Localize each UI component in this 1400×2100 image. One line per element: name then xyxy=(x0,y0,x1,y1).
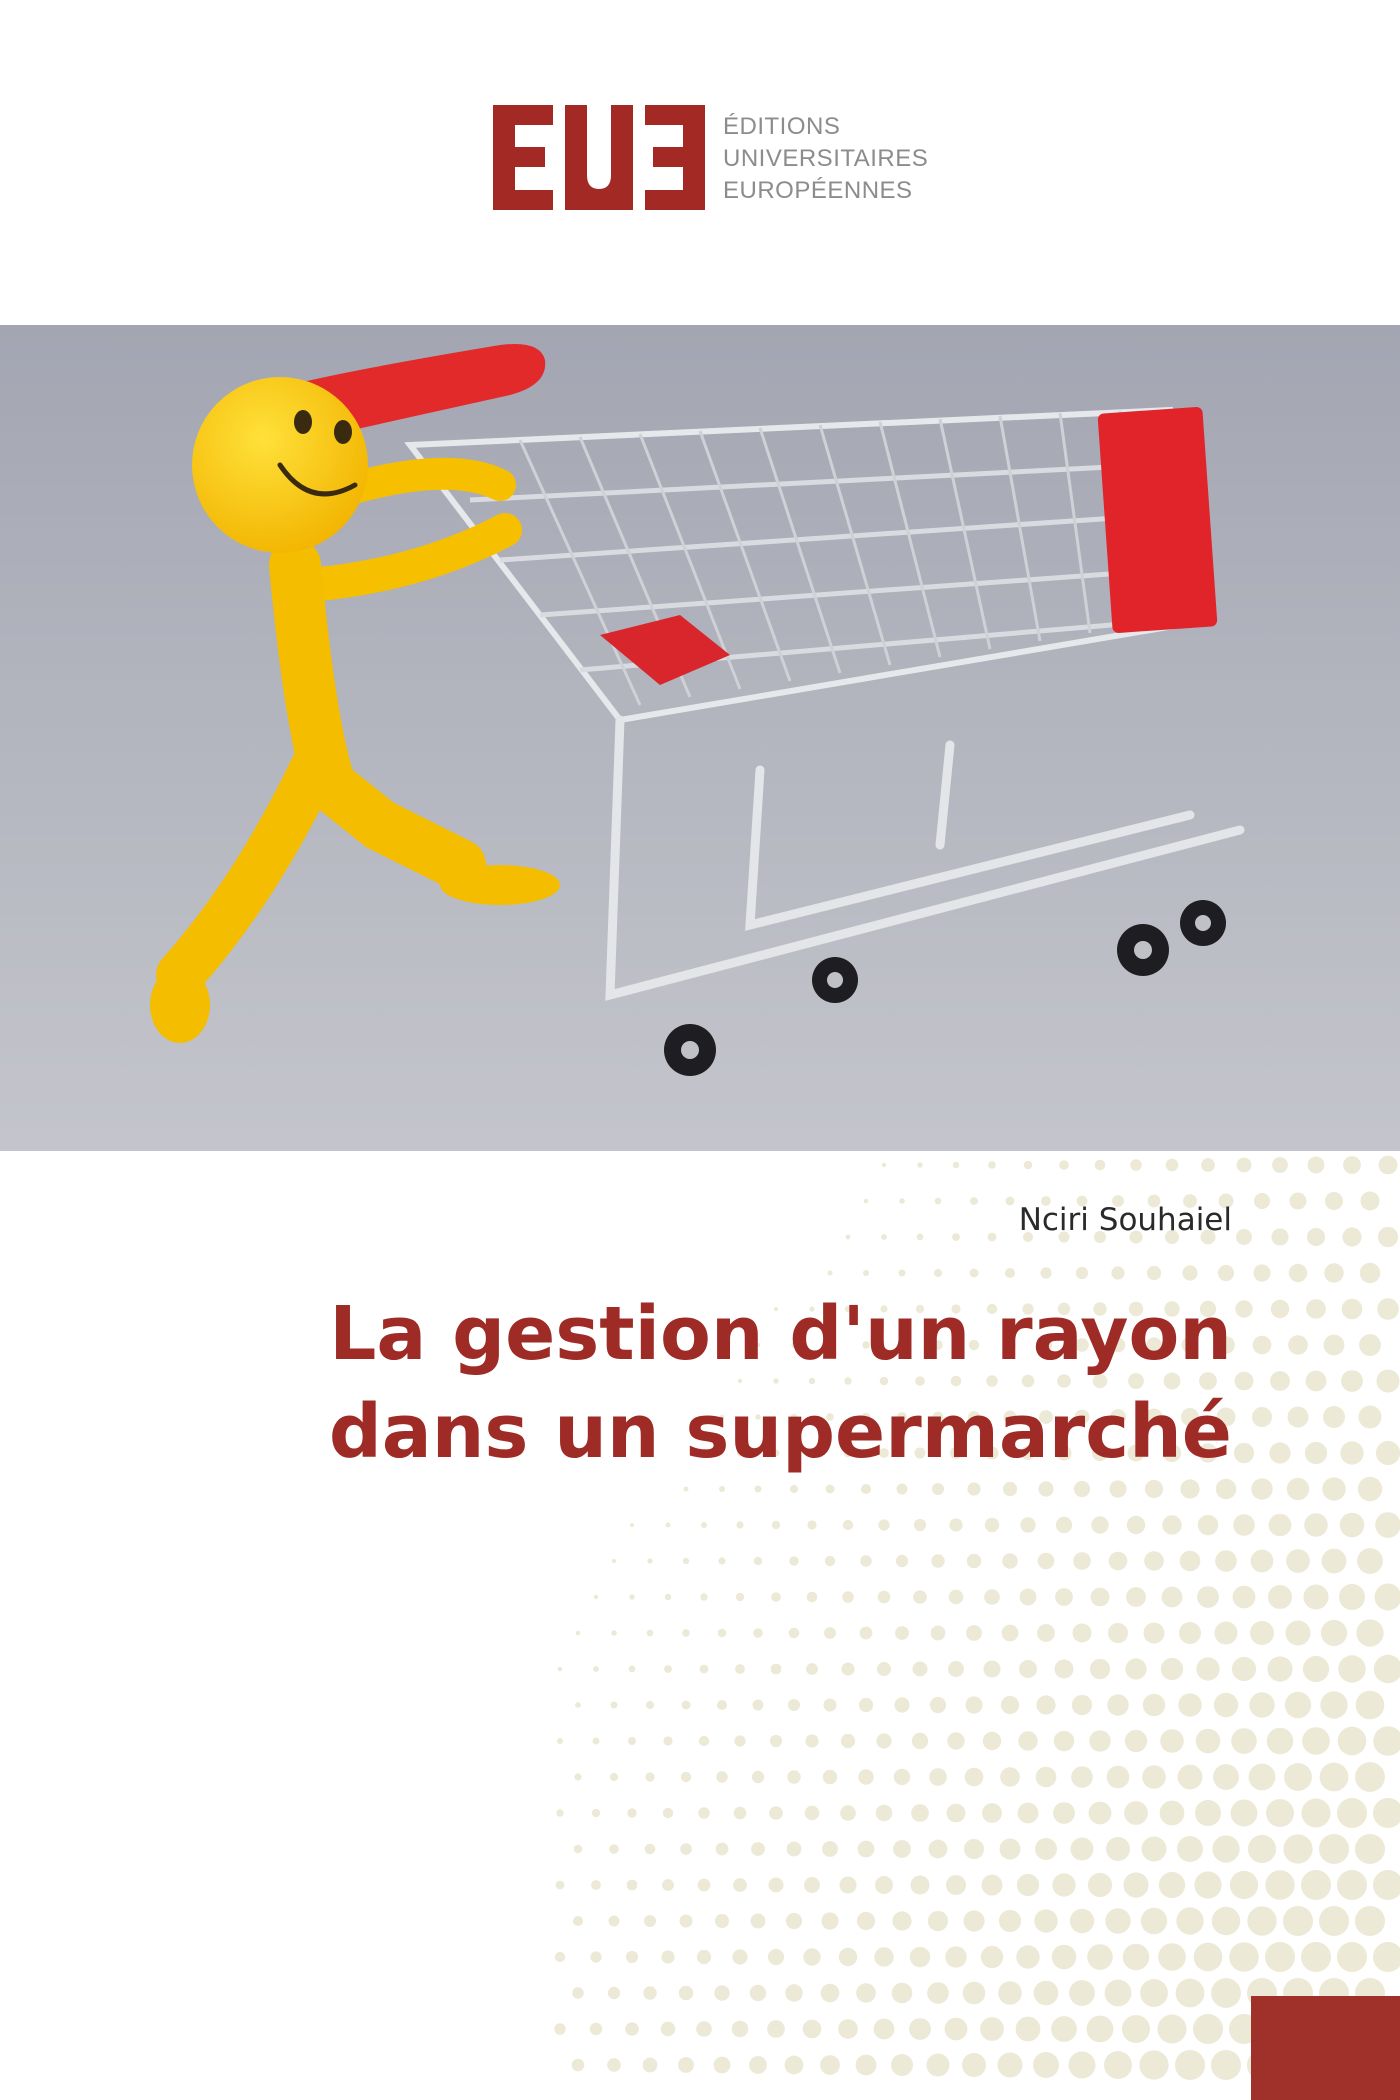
shopping-cart-illustration xyxy=(0,325,1400,1151)
publisher-name: ÉDITIONS UNIVERSITAIRES EUROPÉENNES xyxy=(723,111,928,207)
cart-red-panel xyxy=(1097,406,1218,633)
publisher-line-3: EUROPÉENNES xyxy=(723,177,913,204)
publisher-logo: ÉDITIONS UNIVERSITAIRES EUROPÉENNES xyxy=(493,105,933,210)
author-name: Nciri Souhaiel xyxy=(1018,1202,1232,1238)
publisher-line-2: UNIVERSITAIRES xyxy=(723,145,929,172)
cover-photo xyxy=(0,325,1400,1151)
book-title: La gestion d'un rayon dans un supermarch… xyxy=(232,1285,1232,1481)
eue-logo-mark xyxy=(493,105,705,210)
publisher-line-1: ÉDITIONS xyxy=(723,113,841,140)
title-line-1: La gestion d'un rayon xyxy=(329,1291,1232,1377)
corner-accent-block xyxy=(1251,1996,1400,2100)
title-line-2: dans un supermarché xyxy=(328,1389,1232,1475)
